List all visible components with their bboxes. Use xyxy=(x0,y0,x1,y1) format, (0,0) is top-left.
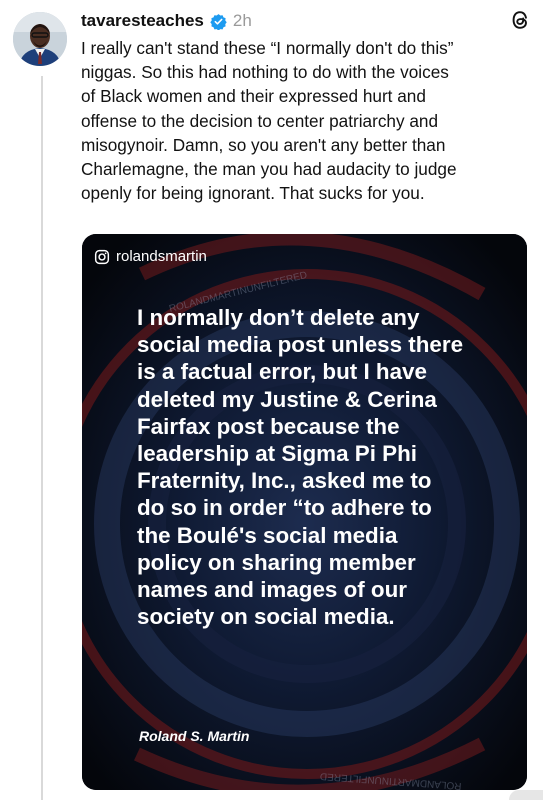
threads-logo-icon[interactable] xyxy=(509,8,531,32)
quote-signature: Roland S. Martin xyxy=(139,728,250,744)
post-media-image[interactable]: rolandsmartin ROLANDMARTINUNFILTERED ROL… xyxy=(82,234,527,790)
scroll-indicator xyxy=(509,790,543,800)
post-text: I really can't stand these “I normally d… xyxy=(81,38,457,204)
watermark-text-bottom: ROLANDMARTINUNFILTERED xyxy=(320,770,462,790)
username[interactable]: tavaresteaches xyxy=(81,11,204,31)
post-timestamp: 2h xyxy=(232,11,252,30)
thread-connector-line xyxy=(41,76,43,800)
post-header: tavaresteaches 2h xyxy=(81,9,252,33)
verified-badge-icon xyxy=(210,13,227,30)
quote-text: I normally don’t delete any social media… xyxy=(137,305,464,630)
avatar-image xyxy=(13,12,67,66)
avatar[interactable] xyxy=(13,12,67,66)
